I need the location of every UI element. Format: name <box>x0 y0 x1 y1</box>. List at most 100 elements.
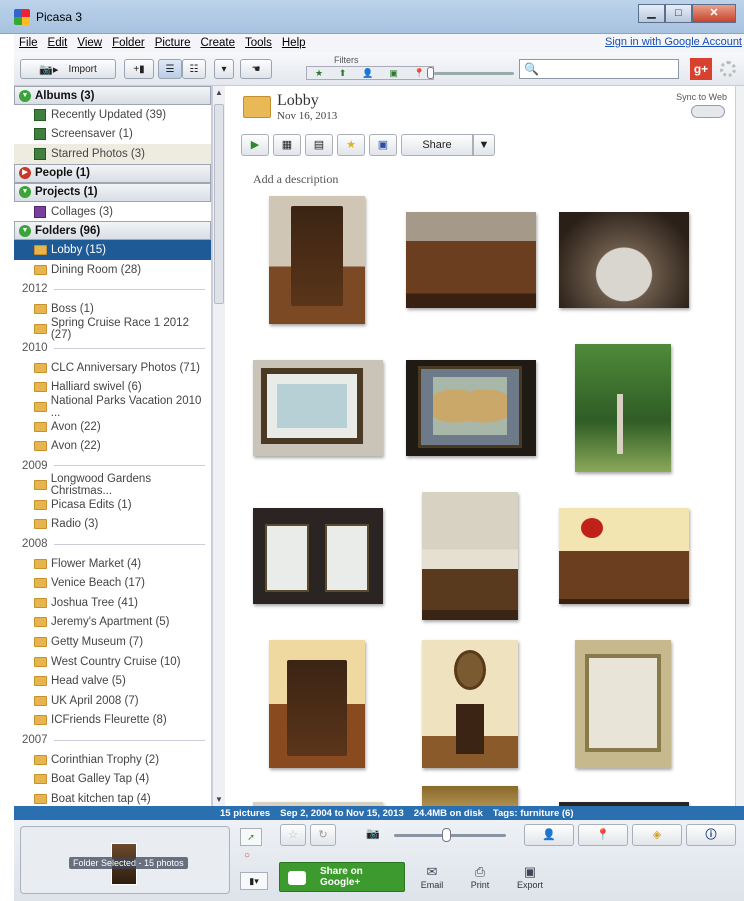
folder-item[interactable]: Avon (22) <box>14 436 211 456</box>
photo-thumbnail[interactable] <box>269 640 365 768</box>
sidebar-scrollbar-thumb[interactable] <box>214 104 224 304</box>
folder-item[interactable]: Joshua Tree (41) <box>14 593 211 613</box>
photo-thumbnail[interactable] <box>575 640 671 768</box>
photo-thumbnail[interactable] <box>422 492 518 620</box>
star-button[interactable]: ★ <box>337 134 365 156</box>
share-on-google-plus-button[interactable]: Share on Google+ <box>279 862 405 892</box>
folder-item[interactable]: CLC Anniversary Photos (71) <box>14 358 211 378</box>
search-input[interactable]: 🔍 <box>519 59 679 79</box>
folders-section-header[interactable]: ▼ Folders (96) <box>14 221 211 241</box>
sync-to-web-toggle[interactable] <box>691 105 725 118</box>
hold-button[interactable]: ➚ <box>240 828 262 846</box>
folder-item[interactable]: Jeremy's Apartment (5) <box>14 613 211 633</box>
view-dropdown-button[interactable]: ▾ <box>214 59 234 79</box>
tree-view-button[interactable]: ☷ <box>182 59 206 79</box>
geotag-filter-icon[interactable]: 📍 <box>414 68 425 79</box>
albums-section-header[interactable]: ▼ Albums (3) <box>14 86 211 105</box>
rotate-button[interactable]: ↻ <box>310 824 336 846</box>
photo-thumbnail[interactable] <box>406 212 536 308</box>
folder-item[interactable]: National Parks Vacation 2010 ... <box>14 395 211 419</box>
photo-thumbnail[interactable] <box>559 212 689 308</box>
folder-item[interactable]: Flower Market (4) <box>14 554 211 574</box>
sidebar-scrollbar[interactable]: ▲ ▼ <box>212 86 225 806</box>
menu-view[interactable]: View <box>72 37 107 49</box>
photo-thumbnail[interactable] <box>422 640 518 768</box>
filter-slider-handle[interactable] <box>427 67 434 79</box>
folder-item[interactable]: ICFriends Fleurette (8) <box>14 711 211 731</box>
slideshow-button[interactable]: ▶ <box>241 134 269 156</box>
filter-slider[interactable] <box>434 72 514 75</box>
menu-picture[interactable]: Picture <box>150 37 196 49</box>
photo-thumbnail[interactable] <box>253 508 383 604</box>
menu-edit[interactable]: Edit <box>43 37 73 49</box>
maximize-button[interactable]: □ <box>665 4 692 23</box>
list-view-button[interactable]: ☰ <box>158 59 182 79</box>
collage-button[interactable]: ▦ <box>273 134 301 156</box>
star-selected-button[interactable]: ☆ <box>280 824 306 846</box>
upload-filter-icon[interactable]: ⬆ <box>339 68 347 79</box>
folder-date[interactable]: Nov 16, 2013 <box>277 110 337 122</box>
folder-item[interactable]: Getty Museum (7) <box>14 632 211 652</box>
export-button[interactable]: ▣ Export <box>510 864 550 890</box>
people-button[interactable]: 👤 <box>524 824 574 846</box>
clear-tray-icon[interactable]: ○ <box>244 850 250 861</box>
star-filter-icon[interactable]: ★ <box>315 68 323 79</box>
folder-item[interactable]: Corinthian Trophy (2) <box>14 750 211 770</box>
minimize-button[interactable]: ▁ <box>638 4 665 23</box>
menu-help[interactable]: Help <box>277 37 311 49</box>
movie-button[interactable]: ▤ <box>305 134 333 156</box>
photo-thumbnail[interactable] <box>269 196 365 324</box>
google-plus-icon[interactable]: g+ <box>690 58 712 80</box>
photo-thumbnail[interactable] <box>559 508 689 604</box>
folder-item[interactable]: Picasa Edits (1) <box>14 495 211 515</box>
folder-description-input[interactable]: Add a description <box>253 172 338 187</box>
geotag-button[interactable]: ☚ <box>240 59 272 79</box>
scroll-down-icon[interactable]: ▼ <box>214 795 224 804</box>
folder-item[interactable]: Boat Galley Tap (4) <box>14 769 211 789</box>
folder-item[interactable]: Avon (22) <box>14 417 211 437</box>
album-starred-photos[interactable]: Starred Photos (3) <box>14 144 211 164</box>
folder-item[interactable]: West Country Cruise (10) <box>14 652 211 672</box>
close-button[interactable]: ✕ <box>692 4 736 23</box>
thumbnail-size-handle[interactable] <box>442 828 451 842</box>
project-collages[interactable]: Collages (3) <box>14 202 211 222</box>
import-button[interactable]: 📷▸ Import <box>20 59 116 79</box>
places-button[interactable]: 📍 <box>578 824 628 846</box>
photo-thumbnail[interactable] <box>406 360 536 456</box>
tags-button[interactable]: ◈ <box>632 824 682 846</box>
photo-thumbnail[interactable] <box>253 360 383 456</box>
folder-item[interactable]: Dining Room (28) <box>14 260 211 280</box>
folder-item[interactable]: Spring Cruise Race 1 2012 (27) <box>14 317 211 341</box>
properties-button[interactable]: ⓘ <box>686 824 736 846</box>
print-button[interactable]: ⎙ Print <box>460 864 500 890</box>
tags-summary[interactable]: Tags: furniture (6) <box>493 808 574 819</box>
album-screensaver[interactable]: Screensaver (1) <box>14 125 211 145</box>
photo-tray[interactable]: Folder Selected - 15 photos <box>20 826 230 894</box>
photo-thumbnail[interactable] <box>575 344 671 472</box>
folder-item[interactable]: Venice Beach (17) <box>14 573 211 593</box>
sign-in-link[interactable]: Sign in with Google Account <box>605 36 742 48</box>
album-recently-updated[interactable]: Recently Updated (39) <box>14 105 211 125</box>
email-button[interactable]: ✉ Email <box>412 864 452 890</box>
photo-thumbnail[interactable] <box>422 786 518 806</box>
menu-tools[interactable]: Tools <box>240 37 277 49</box>
folder-item-selected[interactable]: Lobby (15) <box>14 240 211 260</box>
add-to-album-button[interactable]: ▮▾ <box>240 872 268 890</box>
folder-item[interactable]: Head valve (5) <box>14 671 211 691</box>
folder-item[interactable]: Boat kitchen tap (4) <box>14 789 211 806</box>
folder-title[interactable]: Lobby <box>277 92 319 110</box>
movie-filter-icon[interactable]: ▣ <box>389 68 398 79</box>
main-scrollbar[interactable] <box>735 86 744 806</box>
folder-item[interactable]: UK April 2008 (7) <box>14 691 211 711</box>
scroll-up-icon[interactable]: ▲ <box>214 88 224 97</box>
share-button[interactable]: Share <box>401 134 473 156</box>
folder-item[interactable]: Radio (3) <box>14 515 211 535</box>
people-section-header[interactable]: ▶ People (1) <box>14 163 211 183</box>
save-button[interactable]: ▣ <box>369 134 397 156</box>
projects-section-header[interactable]: ▼ Projects (1) <box>14 182 211 202</box>
people-filter-icon[interactable]: 👤 <box>362 68 373 79</box>
menu-folder[interactable]: Folder <box>107 37 150 49</box>
menu-file[interactable]: File <box>14 37 43 49</box>
add-to-album-button[interactable]: +▮ <box>124 59 154 79</box>
menu-create[interactable]: Create <box>195 37 240 49</box>
